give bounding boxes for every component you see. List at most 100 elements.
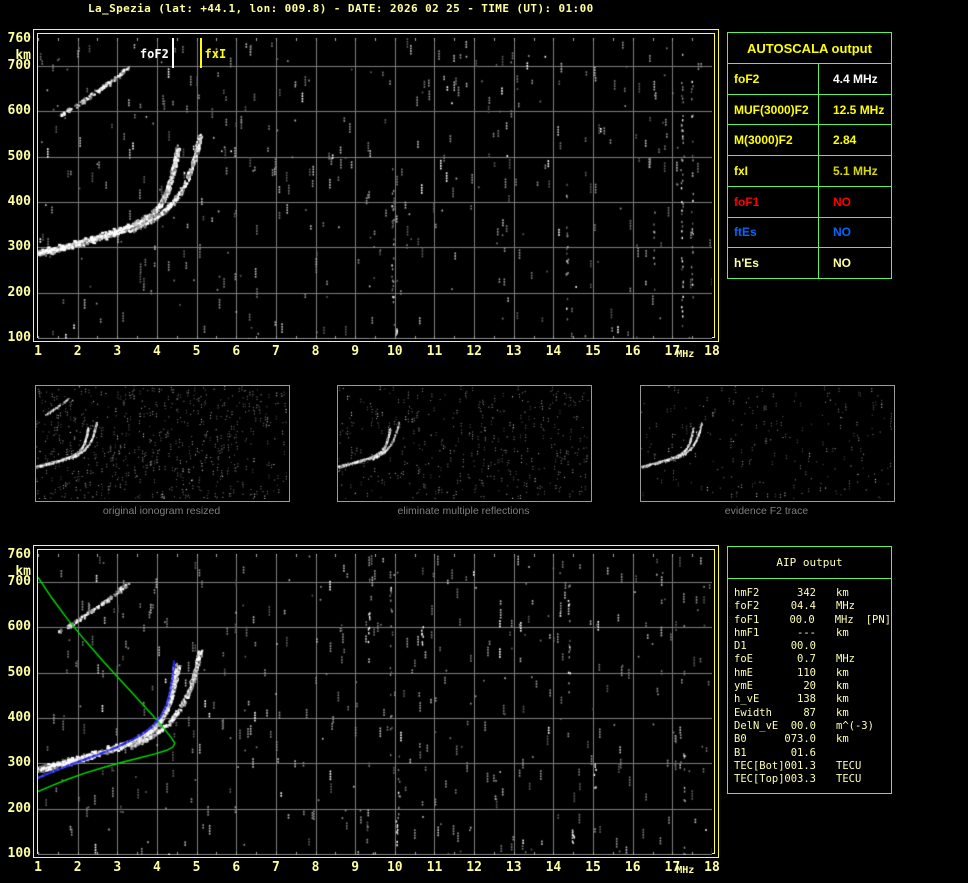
aip-row: TEC[Top] 003.3 TECU	[734, 773, 891, 786]
aip-parameter-unit: TECU	[836, 759, 862, 772]
autoscala-value-cell: 4.4 MHz	[833, 71, 878, 86]
y-axis-tick-label: 200	[7, 800, 31, 816]
y-axis-tick-label: 500	[7, 664, 31, 680]
aip-parameter-label: ymE	[734, 680, 753, 693]
aip-parameter-unit: TECU	[836, 773, 862, 786]
page-title: La_Spezia (lat: +44.1, lon: 009.8) - DAT…	[88, 2, 594, 15]
thumbnail-f2trace-caption: evidence F2 trace	[724, 505, 809, 517]
aip-parameter-label: foE	[734, 653, 753, 666]
y-axis-tick-label: 760	[7, 31, 31, 46]
x-axis-tick-label: 14	[545, 860, 562, 875]
autoscala-value-cell: 5.1 MHz	[833, 164, 878, 179]
thumbnail-original-canvas	[36, 386, 287, 499]
x-axis-tick-label: 13	[505, 344, 522, 359]
x-axis-tick-label: 14	[545, 344, 562, 359]
x-axis-tick-label: 9	[351, 860, 360, 875]
x-axis-tick-label: 5	[192, 344, 201, 359]
autoscala-value-cell: NO	[833, 194, 851, 209]
aip-parameter-value: 00.0	[790, 640, 816, 653]
top-ionogram-canvas	[38, 38, 712, 339]
aip-parameter-value: 00.0	[790, 719, 816, 732]
aip-row: foF2 04.4 MHz	[734, 600, 891, 613]
aip-parameter-unit: km	[836, 626, 849, 639]
aip-parameter-label: D1	[734, 640, 747, 653]
aip-row: B1 01.6	[734, 747, 891, 760]
x-axis-tick-label: 3	[113, 860, 122, 875]
fof2-marker-line	[171, 38, 174, 68]
aip-row: foE 0.7 MHz	[734, 653, 891, 666]
x-axis-tick-label: 12	[466, 344, 482, 359]
aip-row: TEC[Bot] 001.3 TECU	[734, 760, 891, 773]
aip-parameter-note: [PN]	[865, 613, 891, 626]
aip-parameter-value: 04.4	[790, 600, 816, 613]
x-axis-tick-label: 11	[426, 344, 443, 359]
autoscala-value-cell: 2.84	[833, 133, 857, 148]
aip-table: AIP output hmF2 342 km foF2 04.4 MHz foF1 00.0 M…	[727, 546, 892, 794]
autoscala-label-cell: foF1	[728, 186, 819, 217]
aip-parameter-unit: km	[836, 693, 849, 706]
aip-row: hmE 110 km	[734, 667, 891, 680]
x-axis-tick-label: 11	[426, 860, 443, 875]
autoscala-label-cell: ftEs	[728, 217, 819, 248]
thumbnail-noreflect	[337, 385, 592, 502]
x-axis-tick-label: 4	[153, 344, 161, 359]
y-axis-tick-label: 200	[7, 284, 31, 300]
aip-row: DelN_vE 00.0 m^(-3)	[734, 720, 891, 733]
aip-parameter-label: B1	[734, 746, 747, 759]
x-axis-tick-label: 16	[624, 860, 641, 875]
aip-parameter-value: 001.3	[784, 759, 816, 772]
x-axis-tick-label: 4	[153, 860, 161, 875]
ionogram-app: { "title": "La_Spezia (lat: +44.1, lon: …	[0, 0, 968, 883]
autoscala-rows: foF2 4.4 MHz MUF(3000)F2 12.5 MHz M(3000)F2 2…	[728, 64, 891, 279]
aip-parameter-value: 073.0	[784, 733, 816, 746]
y-axis-tick-label: 700	[7, 574, 31, 590]
aip-parameter-unit: km	[836, 587, 849, 599]
autoscala-header: AUTOSCALA output	[728, 33, 891, 64]
aip-parameter-value: 110	[797, 666, 816, 679]
mhz-unit-label: MHz	[676, 865, 695, 876]
aip-parameter-value: 87	[803, 706, 816, 719]
aip-parameter-label: Ewidth	[734, 706, 772, 719]
y-axis-tick-label: 600	[7, 619, 31, 635]
y-axis-tick-label: 400	[7, 710, 31, 726]
aip-parameter-value: 003.3	[784, 773, 816, 786]
aip-parameter-unit: km	[836, 733, 849, 746]
x-axis-tick-label: 2	[73, 860, 82, 875]
x-axis-tick-label: 18	[704, 860, 720, 875]
aip-parameter-value: 20	[803, 680, 816, 693]
autoscala-label-cell: foF2	[728, 64, 819, 94]
x-axis-tick-label: 8	[311, 344, 320, 359]
thumbnail-noreflect-caption: eliminate multiple reflections	[397, 505, 530, 517]
y-axis-tick-label: 600	[7, 103, 31, 119]
aip-row: h_vE 138 km	[734, 693, 891, 706]
aip-parameter-label: TEC[Bot]	[734, 759, 785, 772]
aip-row: B0 073.0 km	[734, 733, 891, 746]
y-axis-tick-label: 500	[7, 148, 31, 164]
autoscala-row: ftEs NO	[728, 217, 891, 249]
aip-parameter-label: h_vE	[734, 693, 760, 706]
aip-parameter-unit: km	[836, 706, 849, 719]
thumbnail-original	[35, 385, 290, 502]
autoscala-label-cell: MUF(3000)F2	[728, 94, 819, 125]
aip-parameter-unit: MHz	[836, 653, 855, 666]
aip-parameter-unit: MHz	[834, 613, 854, 626]
thumbnail-f2trace-canvas	[641, 386, 892, 499]
x-axis-tick-label: 7	[271, 860, 280, 875]
aip-parameter-value: 00.0	[789, 613, 815, 626]
aip-parameter-value: ---	[797, 626, 816, 639]
x-axis-tick-label: 9	[351, 344, 360, 359]
y-axis-tick-label: 400	[7, 194, 31, 210]
autoscala-value-cell: 12.5 MHz	[833, 102, 885, 117]
aip-parameter-label: DelN_vE	[734, 719, 779, 732]
aip-parameter-value: 0.7	[797, 653, 816, 666]
aip-parameter-unit: km	[836, 680, 849, 693]
fxi-marker-line	[199, 38, 202, 68]
x-axis-tick-label: 6	[232, 344, 241, 359]
x-axis-tick-label: 2	[73, 344, 82, 359]
autoscala-row: M(3000)F2 2.84	[728, 125, 891, 157]
aip-parameter-unit: m^(-3)	[836, 719, 874, 732]
y-axis-tick-label: 300	[7, 755, 31, 771]
autoscala-label-cell: M(3000)F2	[728, 125, 819, 156]
fof2-marker-label: foF2	[139, 47, 169, 61]
x-axis-tick-label: 7	[271, 344, 280, 359]
